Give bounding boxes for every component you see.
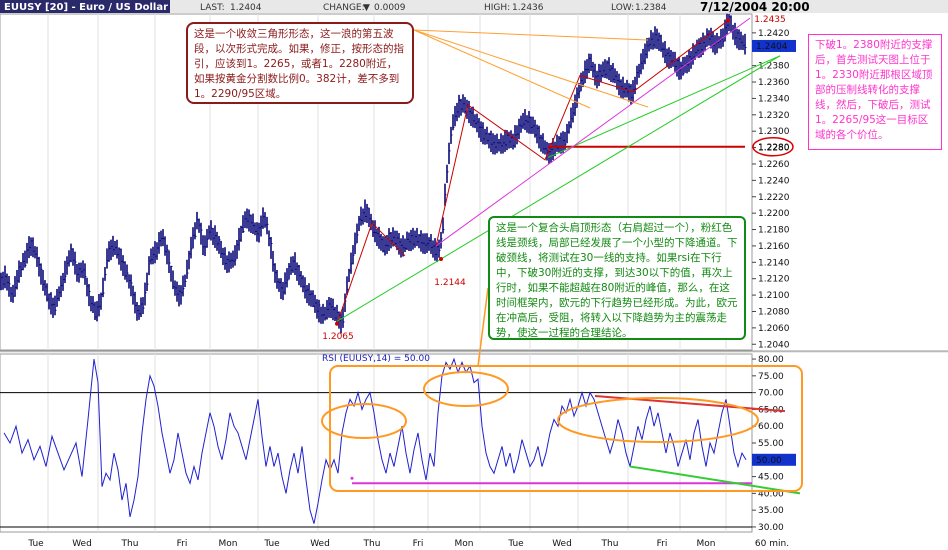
price-tick-label: 1.2180	[758, 226, 790, 236]
price-tick-label: 1.2120	[758, 275, 790, 285]
x-day-label: Wed	[72, 539, 92, 549]
note-right-support: 下破1。2380附近的支撑后，首先测试天图上位于1。2330附近那根区域顶部的压…	[808, 34, 942, 150]
last-price-label: 1.2404	[756, 42, 788, 52]
price-point-label: 1.2435	[754, 15, 786, 25]
price-point-marker	[335, 321, 339, 326]
x-day-label: Tue	[507, 539, 524, 549]
price-tick-label: 1.2160	[758, 242, 790, 252]
price-tick-label: 1.2140	[758, 258, 790, 268]
rsi-tick-label: 45.00	[758, 473, 784, 483]
x-day-label: Tue	[263, 539, 280, 549]
note-top-triangle: 这是一个收敛三角形形态，这一浪的第五波段，以次形式完成。如果，修正，按形态的指引…	[186, 22, 414, 104]
x-day-label: Thu	[121, 539, 139, 549]
x-day-label: Thu	[363, 539, 381, 549]
price-point-label: 1.2144	[434, 278, 466, 288]
price-point-label: 1.2065	[322, 332, 354, 342]
low-label: LOW:	[611, 3, 634, 13]
symbol-title: EUUSY [20] - Euro / US Dollar	[4, 2, 168, 13]
rsi-tick-label: 80.00	[758, 355, 784, 365]
price-point-marker	[726, 18, 730, 23]
rsi-panel	[0, 353, 753, 533]
x-day-label: Mon	[697, 539, 716, 549]
last-label: LAST:	[200, 3, 225, 13]
x-day-label: Fri	[657, 539, 668, 549]
price-point-marker	[439, 257, 443, 262]
x-day-label: Wed	[552, 539, 572, 549]
price-tick-label: 1.2300	[758, 127, 790, 137]
price-tick-label: 1.2200	[758, 209, 790, 219]
price-tick-label: 1.2340	[758, 94, 790, 104]
x-day-label: Fri	[413, 539, 424, 549]
rsi-tick-label: 60.00	[758, 422, 784, 432]
rsi-tick-label: 35.00	[758, 506, 784, 516]
x-day-label: Mon	[219, 539, 238, 549]
price-tick-label: 1.2420	[758, 29, 790, 39]
note-middle-text: 这是一个复合头肩顶形态（右肩超过一个），粉红色线是颈线，局部已经发展了一个小型的…	[496, 222, 738, 339]
level-label: 1.2280	[758, 143, 790, 153]
x-day-label: Thu	[601, 539, 619, 549]
price-tick-label: 1.2320	[758, 111, 790, 121]
rsi-marker	[350, 476, 354, 480]
price-tick-label: 1.2060	[758, 324, 790, 334]
last-value: 1.2404	[230, 3, 262, 13]
x-day-label: Wed	[310, 539, 330, 549]
price-tick-label: 1.2100	[758, 291, 790, 301]
x-day-label: Mon	[455, 539, 474, 549]
low-value: 1.2384	[635, 3, 667, 13]
high-label: HIGH:	[484, 3, 510, 13]
note-top-text: 这是一个收敛三角形形态，这一浪的第五波段，以次形式完成。如果，修正，按形态的指引…	[194, 28, 404, 100]
rsi-last-label: 50.00	[756, 456, 782, 466]
rsi-tick-label: 70.00	[758, 389, 784, 399]
price-tick-label: 1.2040	[758, 340, 790, 350]
rsi-title: RSI (EUUSY,14) = 50.00	[322, 354, 430, 364]
note-right-text: 下破1。2380附近的支撑后，首先测试天图上位于1。2330附近那根区域顶部的压…	[815, 39, 933, 141]
x-day-label: Tue	[27, 539, 44, 549]
high-value: 1.2436	[512, 3, 544, 13]
rsi-tick-label: 75.00	[758, 372, 784, 382]
price-tick-label: 1.2360	[758, 78, 790, 88]
change-value: 0.0009	[374, 3, 406, 13]
price-tick-label: 1.2240	[758, 176, 790, 186]
price-tick-label: 1.2080	[758, 307, 790, 317]
x-day-label: Fri	[177, 539, 188, 549]
header-datetime: 7/12/2004 20:00	[700, 0, 810, 14]
change-label: CHANGE:	[323, 3, 365, 13]
price-tick-label: 1.2220	[758, 193, 790, 203]
note-middle-headshoulders: 这是一个复合头肩顶形态（右肩超过一个），粉红色线是颈线，局部已经发展了一个小型的…	[488, 216, 746, 340]
rsi-tick-label: 55.00	[758, 439, 784, 449]
x-axis-unit-label: 60 min.	[755, 539, 789, 549]
change-arrow: ▼	[363, 3, 370, 13]
price-tick-label: 1.2260	[758, 160, 790, 170]
chart-canvas: EUUSY [20] - Euro / US Dollar LAST: 1.24…	[0, 0, 948, 549]
rsi-tick-label: 30.00	[758, 523, 784, 533]
